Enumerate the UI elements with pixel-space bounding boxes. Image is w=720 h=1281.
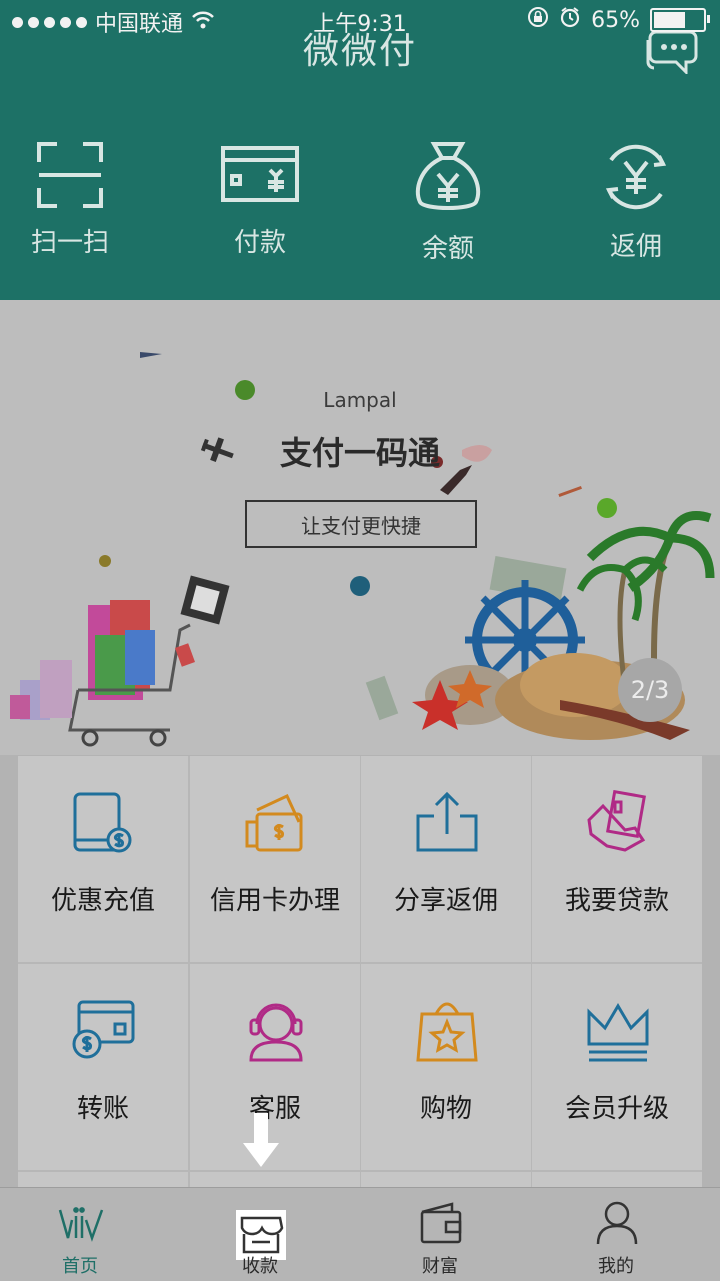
tab-home[interactable]: 首页 [20, 1188, 140, 1281]
battery-icon [650, 8, 710, 32]
grid-row-partial [190, 1172, 360, 1188]
grid-item-label: 购物 [419, 1094, 472, 1124]
quick-action-balance[interactable]: 余额 [358, 140, 538, 280]
grid-item-label: 信用卡办理 [209, 886, 340, 916]
payment-card-icon [170, 140, 350, 210]
down-arrow-icon [243, 1113, 279, 1169]
orientation-lock-icon [527, 6, 549, 34]
quick-action-label: 返佣 [609, 232, 662, 262]
header: 微微付 扫一扫 付款 余额 返佣 [0, 0, 720, 300]
grid-item-label: 转账 [76, 1094, 129, 1124]
tab-mine[interactable]: 我的 [556, 1188, 676, 1281]
grid-item-label: 我要贷款 [564, 886, 669, 916]
grid-item-label: 会员升级 [564, 1094, 669, 1124]
grid-item-label: 优惠充值 [50, 886, 155, 916]
tab-label: 收款 [242, 1256, 278, 1277]
grid-row-partial [532, 1172, 702, 1188]
tab-label: 首页 [62, 1256, 98, 1277]
tab-label: 财富 [422, 1256, 458, 1277]
user-icon [594, 1200, 640, 1246]
scan-icon [0, 140, 160, 210]
quick-action-scan[interactable]: 扫一扫 [0, 140, 160, 280]
grid-item-loan[interactable]: 我要贷款 [532, 756, 702, 962]
quick-action-label: 扫一扫 [30, 228, 109, 258]
tab-label: 我的 [598, 1256, 634, 1277]
grid-item-transfer[interactable]: 转账 [18, 964, 188, 1170]
service-grid: 优惠充值 信用卡办理 分享返佣 我要贷款 转账 客服 购物 会员升级 [18, 756, 702, 1188]
quick-action-label: 付款 [233, 228, 286, 258]
grid-item-membership[interactable]: 会员升级 [532, 964, 702, 1170]
tab-wealth[interactable]: 财富 [380, 1188, 500, 1281]
banner-brand: Lampal [323, 388, 397, 412]
tab-collect[interactable]: 收款 [200, 1188, 320, 1281]
yen-circle-icon [546, 140, 720, 214]
status-bar: 中国联通 上午9:31 65% [0, 0, 720, 40]
home-logo-icon [58, 1200, 104, 1246]
tab-bar: 首页 收款 财富 我的 [0, 1187, 720, 1281]
grid-item-label: 分享返佣 [393, 886, 498, 916]
banner-cta-button[interactable]: 让支付更快捷 [245, 500, 477, 548]
store-icon [236, 1200, 286, 1260]
grid-row-partial [361, 1172, 531, 1188]
banner-headline: 支付一码通 [279, 434, 440, 472]
grid-item-credit-card[interactable]: 信用卡办理 [190, 756, 360, 962]
wallet-icon [418, 1200, 464, 1246]
alarm-icon [559, 6, 581, 34]
battery-percent: 65% [591, 7, 640, 33]
quick-action-rebate[interactable]: 返佣 [546, 140, 720, 280]
quick-action-payment[interactable]: 付款 [170, 140, 350, 280]
grid-item-share[interactable]: 分享返佣 [361, 756, 531, 962]
quick-action-label: 余额 [421, 234, 474, 264]
promo-banner[interactable]: Lampal 支付一码通 让支付更快捷 2/3 [0, 300, 720, 755]
grid-item-shopping[interactable]: 购物 [361, 964, 531, 1170]
banner-page-indicator: 2/3 [618, 658, 682, 722]
grid-item-recharge[interactable]: 优惠充值 [18, 756, 188, 962]
money-bag-icon [358, 140, 538, 216]
grid-row-partial [18, 1172, 188, 1188]
